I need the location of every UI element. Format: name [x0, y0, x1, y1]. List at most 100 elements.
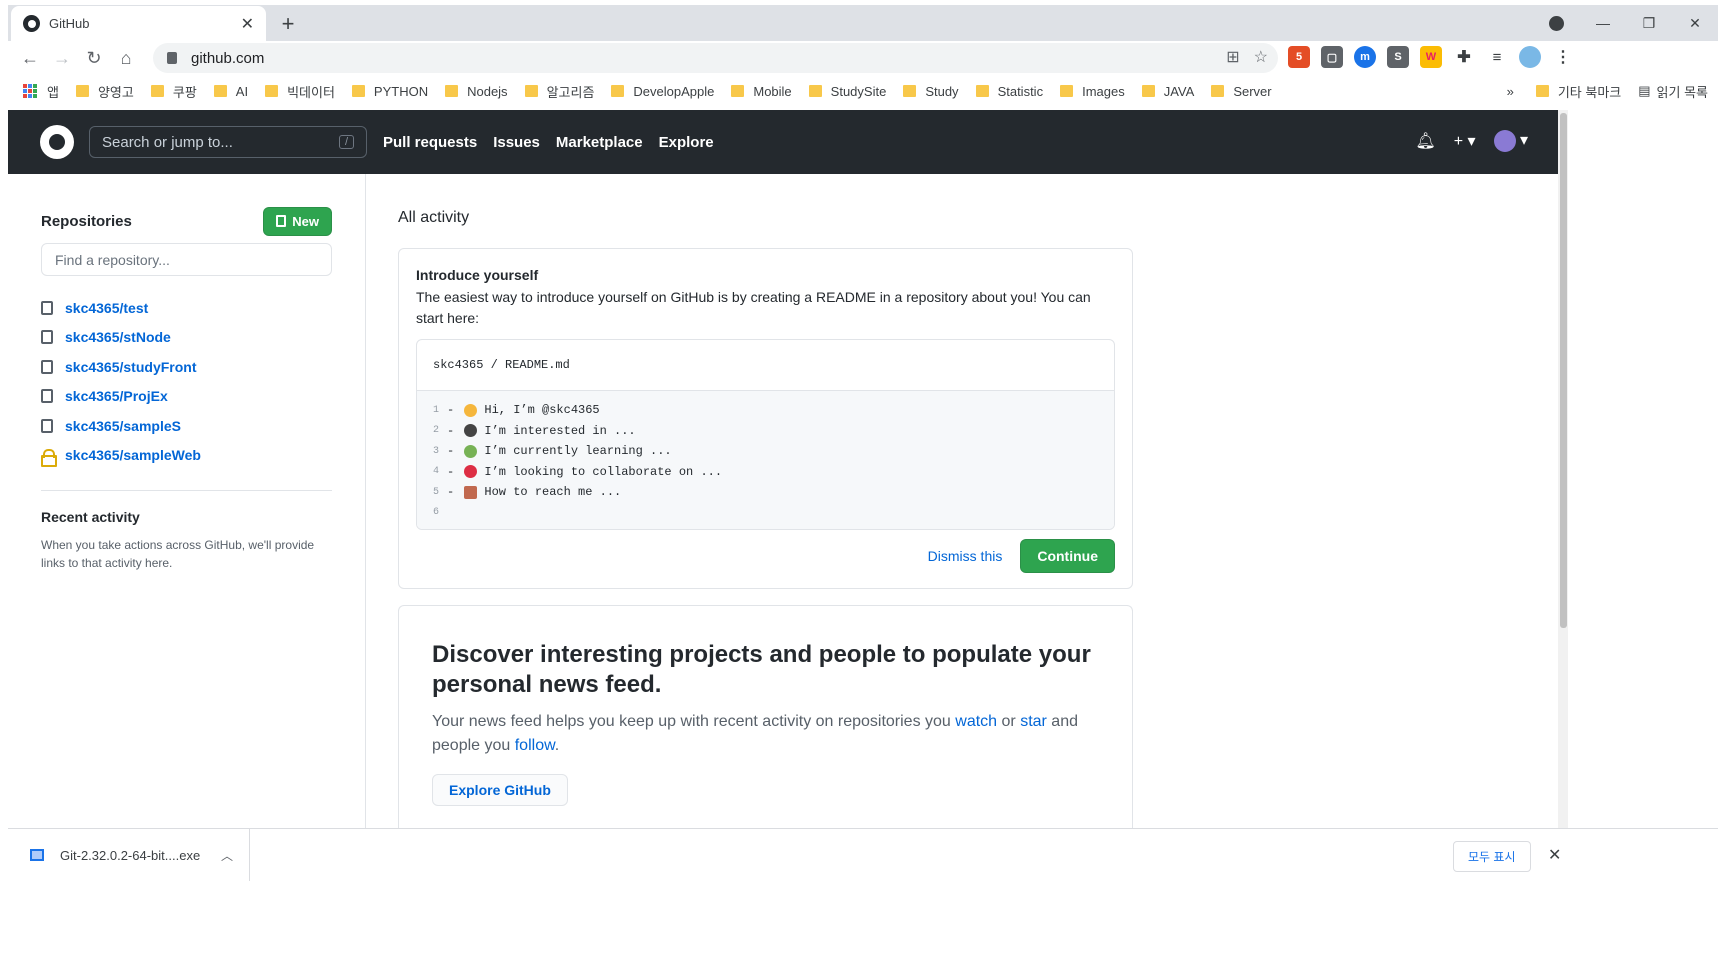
- nav-pull-requests[interactable]: Pull requests: [383, 134, 477, 151]
- installer-file-icon: [30, 849, 44, 861]
- profile-dropdown-icon[interactable]: [1549, 15, 1564, 31]
- bookmark-folder[interactable]: Nodejs: [445, 84, 508, 99]
- address-bar[interactable]: github.com ⊞ ☆: [153, 43, 1278, 73]
- watch-link[interactable]: watch: [955, 713, 997, 730]
- line-number: 6: [432, 507, 439, 519]
- bookmark-folder[interactable]: 알고리즘: [524, 82, 594, 101]
- line-number: 1: [432, 404, 439, 416]
- forward-icon[interactable]: →: [46, 48, 78, 69]
- line-prefix: -: [447, 464, 462, 479]
- puzzle-icon[interactable]: ✚: [1453, 46, 1475, 68]
- reload-icon[interactable]: ↻: [78, 48, 110, 69]
- star-link[interactable]: star: [1020, 713, 1047, 730]
- back-icon[interactable]: ←: [14, 48, 46, 69]
- bookmark-label: Images: [1082, 83, 1125, 99]
- github-logo-icon[interactable]: [40, 125, 74, 159]
- nav-issues[interactable]: Issues: [493, 134, 540, 151]
- bookmark-star-icon[interactable]: ☆: [1254, 47, 1268, 67]
- bookmark-label: Mobile: [753, 83, 792, 99]
- repo-link[interactable]: skc4365/sampleWeb: [65, 447, 201, 463]
- bookmark-folder[interactable]: Study: [903, 84, 959, 99]
- repo-link[interactable]: skc4365/sampleS: [65, 418, 181, 434]
- repo-link[interactable]: skc4365/ProjEx: [65, 388, 168, 404]
- profile-avatar-icon[interactable]: [1519, 46, 1541, 68]
- folder-icon: [1141, 85, 1155, 97]
- bookmark-folder[interactable]: JAVA: [1141, 84, 1194, 99]
- bookmark-folder[interactable]: 양영고: [75, 82, 134, 101]
- reading-list[interactable]: ▤ 읽기 목록: [1638, 82, 1708, 101]
- folder-icon: [75, 85, 89, 97]
- folder-icon: [445, 85, 459, 97]
- line-text: Hi, I’m @skc4365: [484, 403, 600, 418]
- bookmark-folder[interactable]: Server: [1211, 84, 1272, 99]
- bookmark-folder[interactable]: Statistic: [975, 84, 1043, 99]
- nav-marketplace[interactable]: Marketplace: [556, 134, 643, 151]
- bell-icon[interactable]: 🔔︎: [1415, 131, 1435, 151]
- bookmark-label: 앱: [47, 84, 59, 100]
- close-download-bar-icon[interactable]: ✕: [1548, 845, 1561, 865]
- home-icon[interactable]: ⌂: [110, 48, 142, 69]
- github-header: Search or jump to... / Pull requests Iss…: [8, 110, 1558, 174]
- url-text[interactable]: github.com: [191, 50, 264, 67]
- readme-preview: skc4365 / README.md 1- Hi, I’m @skc4365 …: [416, 339, 1115, 530]
- bookmarks-overflow[interactable]: »: [1507, 84, 1514, 99]
- bookmarks-right: » 기타 북마크 ▤ 읽기 목록: [1507, 77, 1718, 105]
- bookmark-folder[interactable]: AI: [213, 84, 248, 99]
- follow-link[interactable]: follow: [515, 737, 555, 754]
- bookmark-folder[interactable]: 빅데이터: [265, 82, 335, 101]
- nav-explore[interactable]: Explore: [659, 134, 714, 151]
- restore-icon[interactable]: ❐: [1626, 15, 1672, 32]
- reading-list-icon[interactable]: ≡: [1486, 46, 1508, 68]
- repo-link[interactable]: skc4365/stNode: [65, 329, 171, 345]
- bookmark-folder[interactable]: Mobile: [731, 83, 792, 99]
- bookmark-folder[interactable]: DevelopApple: [611, 84, 714, 99]
- lock-icon[interactable]: [167, 52, 177, 64]
- window-controls: — ❐ ✕: [1533, 5, 1718, 41]
- dismiss-button[interactable]: Dismiss this: [928, 548, 1003, 564]
- translate-icon[interactable]: ⊞: [1226, 47, 1239, 67]
- extension-icon[interactable]: ▢: [1321, 46, 1343, 68]
- folder-icon: [150, 85, 164, 97]
- continue-button[interactable]: Continue: [1020, 539, 1115, 573]
- scrollbar-thumb[interactable]: [1560, 113, 1567, 628]
- create-new-dropdown-icon[interactable]: + ▾: [1454, 131, 1476, 151]
- new-repo-button[interactable]: New: [263, 206, 332, 236]
- m-extension-icon[interactable]: m: [1354, 46, 1376, 68]
- repo-icon: [276, 215, 287, 227]
- page-scrollbar[interactable]: [1558, 110, 1568, 828]
- bookmark-folder[interactable]: StudySite: [808, 84, 886, 99]
- user-menu[interactable]: ▾: [1493, 130, 1528, 152]
- browser-tab[interactable]: GitHub ✕: [11, 6, 266, 41]
- bookmark-folder[interactable]: PYTHON: [351, 84, 428, 99]
- find-repository-input[interactable]: Find a repository...: [41, 243, 332, 276]
- bookmark-label: 빅데이터: [287, 84, 335, 100]
- close-tab-icon[interactable]: ✕: [241, 14, 254, 34]
- show-all-downloads-button[interactable]: 모두 표시: [1453, 841, 1531, 872]
- code-line: 6: [417, 503, 1114, 524]
- s-extension-icon[interactable]: S: [1387, 46, 1409, 68]
- bookmark-folder[interactable]: 쿠팡: [150, 82, 197, 101]
- lock-icon: [41, 448, 57, 467]
- other-bookmarks[interactable]: 기타 북마크: [1535, 82, 1621, 101]
- recent-activity-heading: Recent activity: [41, 509, 140, 525]
- menu-kebab-icon[interactable]: ⋮: [1552, 46, 1574, 68]
- download-item[interactable]: Git-2.32.0.2-64-bit....exe ︿: [8, 829, 250, 881]
- chevron-up-icon[interactable]: ︿: [221, 847, 233, 864]
- w-extension-icon[interactable]: W: [1420, 46, 1442, 68]
- new-tab-icon[interactable]: +: [276, 11, 300, 37]
- folder-icon: [903, 85, 917, 97]
- close-window-icon[interactable]: ✕: [1672, 15, 1718, 32]
- bookmark-apps[interactable]: 앱: [47, 82, 59, 101]
- repo-link[interactable]: skc4365/studyFront: [65, 359, 197, 375]
- bookmarks-bar: 앱 양영고 쿠팡 AI 빅데이터 PYTHON Nodejs 알고리즘 Deve…: [8, 77, 1718, 105]
- dashboard-sidebar: Repositories New Find a repository... sk…: [8, 174, 366, 829]
- readme-path[interactable]: skc4365 / README.md: [417, 340, 1114, 391]
- search-input[interactable]: Search or jump to... /: [89, 126, 367, 158]
- repo-link[interactable]: skc4365/test: [65, 300, 148, 316]
- html5-extension-icon[interactable]: 5: [1288, 46, 1310, 68]
- minimize-icon[interactable]: —: [1580, 15, 1626, 31]
- apps-grid-icon[interactable]: [23, 84, 37, 98]
- code-line: 1- Hi, I’m @skc4365: [417, 400, 1114, 421]
- bookmark-folder[interactable]: Images: [1060, 84, 1125, 99]
- explore-github-button[interactable]: Explore GitHub: [432, 774, 568, 806]
